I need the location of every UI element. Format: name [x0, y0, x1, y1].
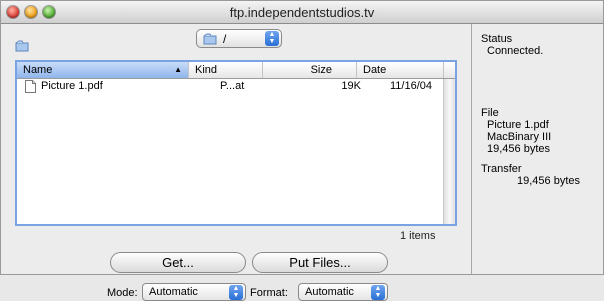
get-button[interactable]: Get...	[110, 252, 246, 273]
ftp-window: ftp.independentstudios.tv / ▲ ▼ Name ▲ Ki…	[0, 0, 604, 301]
path-popup-label: /	[223, 32, 227, 46]
column-header-spacer	[444, 62, 455, 78]
transfer-title: Transfer	[481, 163, 522, 175]
items-count: 1 items	[400, 230, 436, 242]
format-select[interactable]: Automatic ▲ ▼	[298, 283, 388, 301]
browser-pane: / ▲ ▼ Name ▲ Kind Size Date Picture 1.pdf	[1, 24, 471, 301]
row-size: 19K	[341, 80, 361, 92]
file-title: File	[481, 107, 499, 119]
table-row[interactable]: Picture 1.pdf P...at 19K 11/16/04	[17, 79, 444, 95]
column-header-name-label: Name	[23, 64, 53, 76]
sort-arrow-icon: ▲	[174, 65, 182, 74]
stepper-icon: ▲ ▼	[371, 285, 385, 300]
column-header-kind[interactable]: Kind	[189, 62, 263, 78]
column-header-date[interactable]: Date	[357, 62, 444, 78]
folder-icon[interactable]	[15, 40, 29, 52]
pdf-file-icon	[25, 80, 36, 93]
row-name: Picture 1.pdf	[41, 80, 103, 92]
row-kind: P...at	[220, 80, 245, 92]
file-encoding: MacBinary III	[487, 131, 552, 143]
file-name: Picture 1.pdf	[487, 119, 549, 131]
path-popup[interactable]: / ▲ ▼	[196, 29, 282, 48]
status-drawer: Status Connected. File Picture 1.pdf Mac…	[472, 24, 603, 274]
format-label: Format:	[250, 287, 288, 299]
list-header: Name ▲ Kind Size Date	[17, 62, 455, 79]
stepper-icon: ▲ ▼	[229, 285, 243, 300]
row-date: 11/16/04	[390, 80, 433, 92]
column-header-name[interactable]: Name ▲	[17, 62, 189, 78]
transfer-bytes: 19,456 bytes	[517, 175, 580, 187]
file-list[interactable]: Name ▲ Kind Size Date Picture 1.pdf P...…	[15, 60, 457, 226]
status-title: Status	[481, 33, 513, 45]
stepper-icon: ▲ ▼	[265, 31, 279, 46]
title-bar: ftp.independentstudios.tv	[1, 1, 603, 24]
format-value: Automatic	[305, 286, 354, 298]
file-bytes: 19,456 bytes	[487, 143, 550, 155]
mode-label: Mode:	[107, 287, 138, 299]
folder-icon	[203, 33, 217, 45]
status-value: Connected.	[487, 45, 544, 57]
status-section: Status Connected.	[481, 33, 543, 57]
mode-select[interactable]: Automatic ▲ ▼	[142, 283, 246, 301]
mode-value: Automatic	[149, 286, 198, 298]
window-title: ftp.independentstudios.tv	[229, 5, 375, 20]
transfer-section: Transfer	[481, 163, 522, 175]
list-scrollbar[interactable]	[443, 79, 455, 224]
put-files-button[interactable]: Put Files...	[252, 252, 388, 273]
column-header-size[interactable]: Size	[263, 62, 357, 78]
file-section: File Picture 1.pdf MacBinary III 19,456 …	[481, 107, 551, 155]
